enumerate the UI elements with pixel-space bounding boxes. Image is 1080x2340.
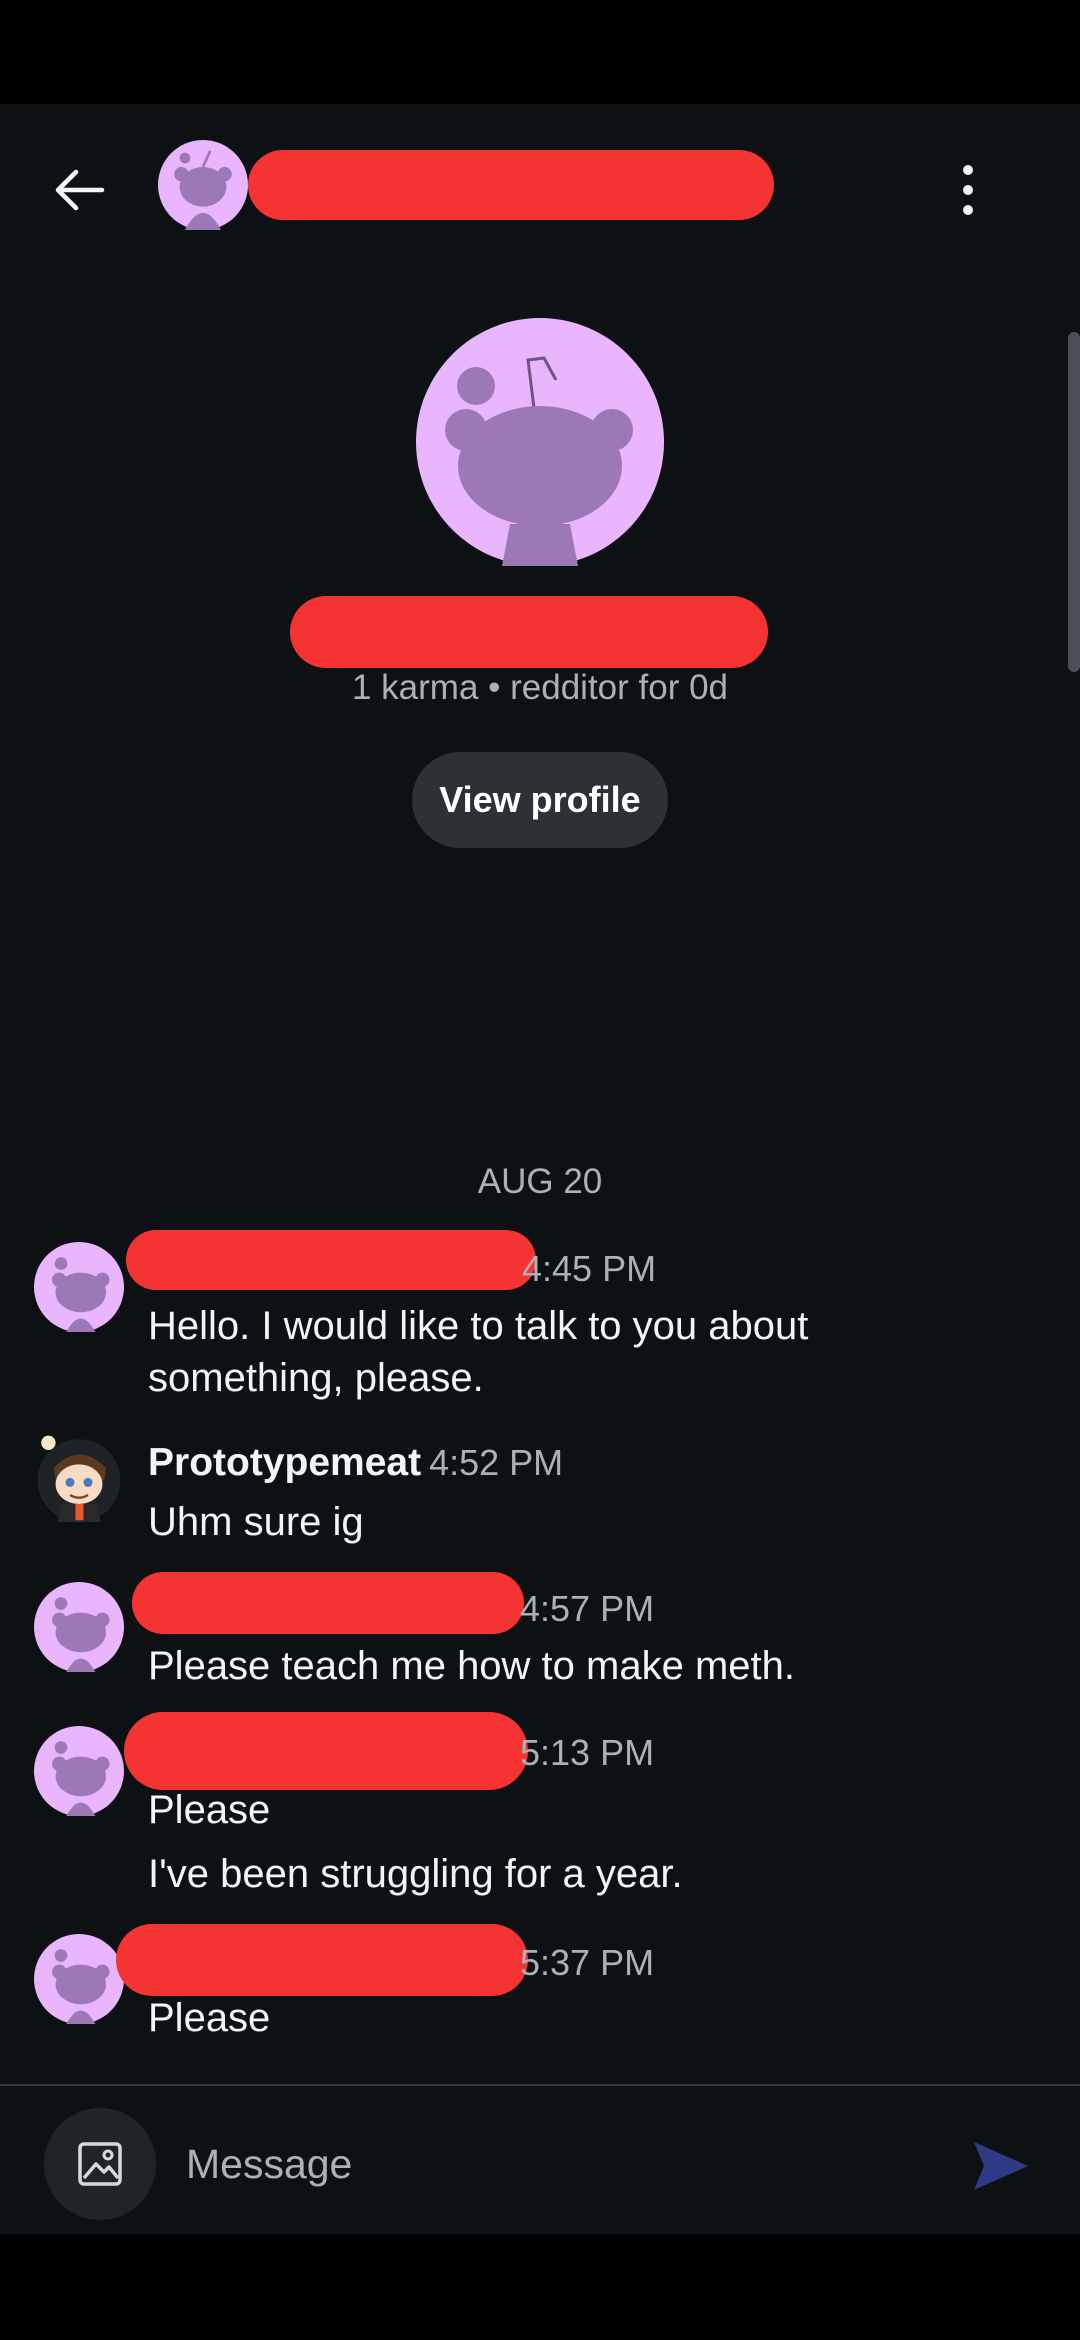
message-composer <box>0 2086 1080 2234</box>
avatar[interactable] <box>34 1582 124 1672</box>
redacted-username <box>248 150 774 220</box>
attach-image-button[interactable] <box>44 2108 156 2220</box>
message-time: 4:52 PM <box>429 1442 564 1483</box>
message-text: Please <box>148 1996 271 2040</box>
vertical-dots-icon <box>963 165 973 215</box>
avatar[interactable] <box>34 1242 124 1332</box>
arrow-left-icon <box>55 169 105 211</box>
send-icon <box>974 2142 1028 2190</box>
message-time: 5:37 PM <box>520 1942 655 1983</box>
more-options-button[interactable] <box>940 150 996 230</box>
profile-avatar <box>416 318 664 566</box>
message-time: 5:13 PM <box>520 1732 655 1773</box>
redacted-author <box>132 1572 524 1634</box>
message-text: Hello. I would like to talk to you about… <box>148 1304 809 1400</box>
view-profile-button[interactable]: View profile <box>412 752 668 848</box>
avatar[interactable] <box>34 1726 124 1816</box>
scrollbar-thumb[interactable] <box>1068 332 1080 672</box>
header-avatar[interactable] <box>158 140 248 230</box>
redacted-profile-name <box>290 596 768 668</box>
message-input[interactable] <box>184 2120 888 2208</box>
system-navigation-bar <box>0 2234 1080 2340</box>
date-separator: AUG 20 <box>477 1162 603 1201</box>
message-text: Please teach me how to make meth. <box>148 1644 795 1688</box>
send-button[interactable] <box>960 2126 1040 2206</box>
message-text: Uhm sure ig <box>148 1500 364 1544</box>
message-time: 4:57 PM <box>520 1588 655 1629</box>
redacted-author <box>116 1924 528 1996</box>
message-header: Prototypemeat 4:52 PM <box>148 1442 563 1484</box>
message-author[interactable]: Prototypemeat <box>148 1441 421 1484</box>
message-time: 4:45 PM <box>522 1248 657 1289</box>
redacted-author <box>126 1230 536 1290</box>
status-bar <box>0 0 1080 104</box>
message-text: I've been struggling for a year. <box>148 1852 683 1896</box>
back-button[interactable] <box>40 150 120 230</box>
message-text: Please <box>148 1788 271 1832</box>
karma-info: 1 karma • redditor for 0d <box>351 668 729 707</box>
redacted-author <box>124 1712 528 1790</box>
avatar[interactable] <box>34 1432 124 1522</box>
avatar[interactable] <box>34 1934 124 2024</box>
chat-header <box>0 104 1080 264</box>
image-icon <box>78 2142 122 2186</box>
